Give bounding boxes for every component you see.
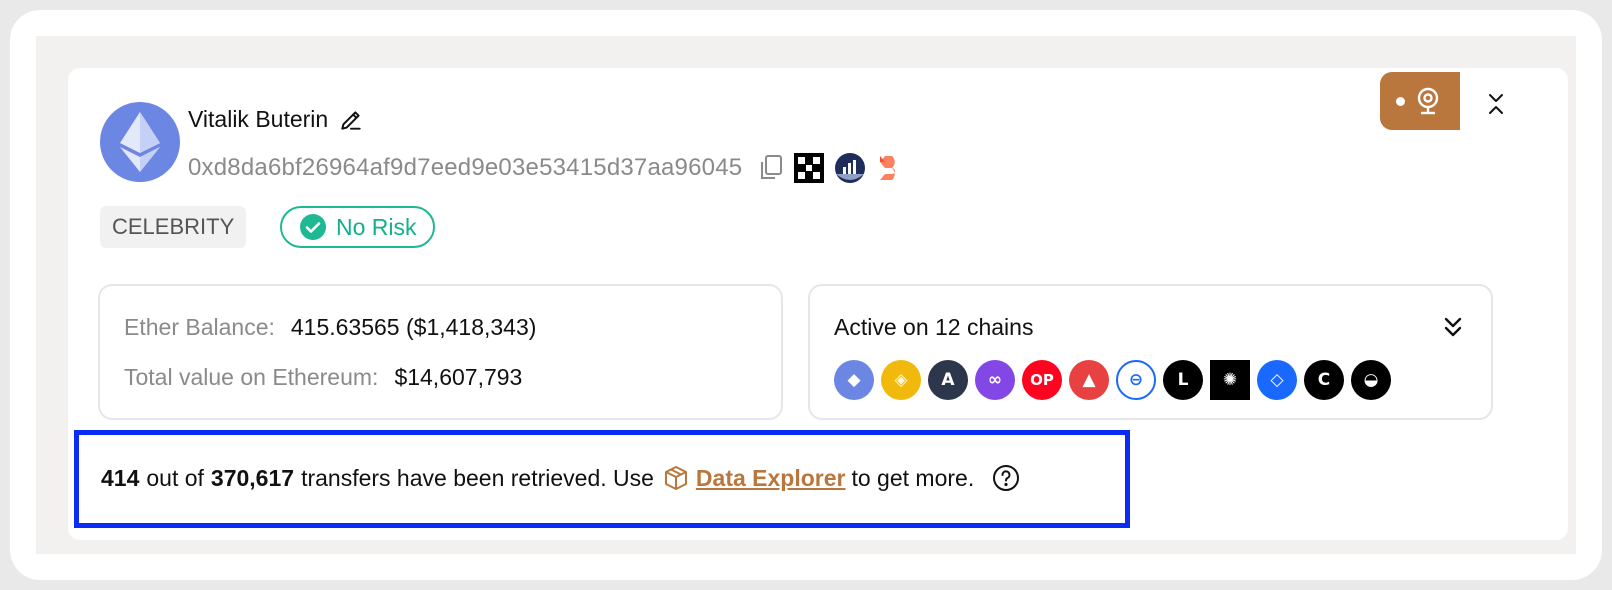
cube-icon bbox=[662, 464, 690, 492]
analytics-icon[interactable] bbox=[834, 152, 866, 184]
ethereum-icon bbox=[120, 112, 160, 172]
ether-balance-label: Ether Balance: bbox=[124, 314, 275, 340]
notice-text-end: to get more. bbox=[851, 464, 975, 491]
notice-text-middle: transfers have been retrieved. Use bbox=[301, 464, 654, 491]
retrieved-count: 414 bbox=[101, 464, 140, 491]
fantom-icon[interactable]: ◇ bbox=[1257, 360, 1297, 400]
total-value-label: Total value on Ethereum: bbox=[124, 364, 379, 390]
copy-icon[interactable] bbox=[758, 154, 784, 182]
expand-chains-button[interactable] bbox=[1443, 316, 1463, 343]
total-value-amount: $14,607,793 bbox=[394, 364, 523, 390]
qr-code-icon[interactable] bbox=[794, 153, 825, 183]
solana-icon[interactable]: ◒ bbox=[1351, 360, 1391, 400]
help-question-icon[interactable] bbox=[992, 464, 1020, 492]
side-widget-tab[interactable] bbox=[1380, 72, 1460, 130]
edit-pencil-icon[interactable] bbox=[338, 107, 364, 133]
chains-panel: Active on 12 chains ◆ ◈ A ∞ OP ▲ ⊖ L ✺ ◇ C ◒ bbox=[808, 284, 1493, 420]
collapse-chevrons-icon bbox=[1487, 92, 1505, 116]
zksync-icon[interactable]: ✺ bbox=[1210, 360, 1250, 400]
debank-icon[interactable] bbox=[876, 153, 906, 183]
address-row: 0xd8da6bf26964af9d7eed9e03e53415d37aa960… bbox=[188, 152, 906, 184]
wallet-address: 0xd8da6bf26964af9d7eed9e03e53415d37aa960… bbox=[188, 154, 743, 181]
linea-icon[interactable]: ⊖ bbox=[1116, 360, 1156, 400]
ether-balance-row: Ether Balance: 415.63565 ($1,418,343) bbox=[124, 314, 536, 341]
collapse-button[interactable] bbox=[1484, 92, 1508, 116]
profile-name-row: Vitalik Buterin bbox=[188, 106, 364, 133]
transfer-notice-banner: 414 out of 370,617 transfers have been r… bbox=[74, 430, 1130, 528]
bnb-chain-icon[interactable]: ◈ bbox=[881, 360, 921, 400]
total-transfers-count: 370,617 bbox=[210, 464, 295, 491]
balance-panel: Ether Balance: 415.63565 ($1,418,343) To… bbox=[98, 284, 783, 420]
risk-status-label: No Risk bbox=[336, 213, 417, 240]
transfer-notice-text: 414 out of 370,617 transfers have been r… bbox=[101, 464, 1020, 492]
dot-icon bbox=[1396, 96, 1405, 106]
total-value-row: Total value on Ethereum: $14,607,793 bbox=[124, 364, 522, 391]
notice-text-out-of: out of bbox=[146, 464, 204, 491]
chains-title: Active on 12 chains bbox=[834, 314, 1034, 340]
arbitrum-icon[interactable]: A bbox=[928, 360, 968, 400]
polygon-icon[interactable]: ∞ bbox=[975, 360, 1015, 400]
double-chevron-down-icon bbox=[1443, 316, 1463, 338]
profile-name: Vitalik Buterin bbox=[188, 106, 329, 132]
risk-status-badge: No Risk bbox=[280, 206, 435, 248]
avatar bbox=[100, 102, 180, 182]
optimism-icon[interactable]: OP bbox=[1022, 360, 1062, 400]
celebrity-tag: CELEBRITY bbox=[100, 206, 247, 248]
webcam-icon bbox=[1415, 86, 1441, 116]
lens-icon[interactable]: L bbox=[1163, 360, 1203, 400]
data-explorer-link[interactable]: Data Explorer bbox=[696, 465, 846, 492]
avalanche-icon[interactable]: ▲ bbox=[1069, 360, 1109, 400]
celo-icon[interactable]: C bbox=[1304, 360, 1344, 400]
ether-balance-value: 415.63565 ($1,418,343) bbox=[290, 314, 537, 340]
chain-icon-list: ◆ ◈ A ∞ OP ▲ ⊖ L ✺ ◇ C ◒ bbox=[834, 360, 1391, 400]
check-circle-icon bbox=[300, 214, 326, 240]
ethereum-icon[interactable]: ◆ bbox=[834, 360, 874, 400]
